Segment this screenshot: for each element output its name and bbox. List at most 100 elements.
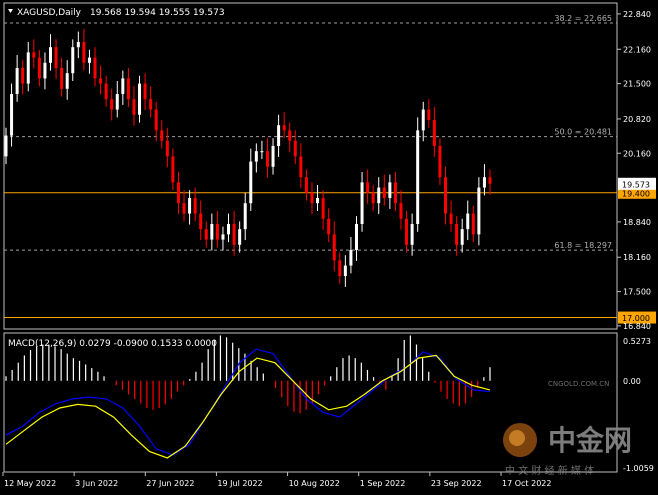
candle-body bbox=[338, 260, 342, 276]
candle-body bbox=[477, 187, 481, 235]
candle-body bbox=[199, 213, 203, 230]
chart-window[interactable]: XAGUSD,Daily 19.568 19.594 19.555 19.573… bbox=[0, 0, 658, 491]
candle-body bbox=[321, 197, 325, 219]
price-tick-label: 18.840 bbox=[623, 218, 651, 227]
candle-body bbox=[488, 177, 492, 184]
current-price-label: 19.573 bbox=[622, 180, 650, 189]
candle-body bbox=[449, 213, 453, 224]
candle-body bbox=[26, 52, 30, 84]
date-tick-label: 3 Jun 2022 bbox=[75, 479, 118, 488]
candle-body bbox=[416, 130, 420, 224]
fib-label: 61.8 = 18.297 bbox=[554, 241, 612, 250]
candle-body bbox=[388, 182, 392, 198]
macd-header-label: MACD(12,26,9) 0.0279 -0.0900 0.1533 0.00… bbox=[8, 339, 217, 349]
candle-body bbox=[165, 140, 169, 157]
candle-body bbox=[171, 156, 175, 183]
price-tick-label: 22.840 bbox=[623, 10, 651, 19]
watermark-logo-inner bbox=[509, 430, 525, 446]
candle-body bbox=[71, 47, 75, 74]
candle-body bbox=[421, 109, 425, 131]
candle-body bbox=[65, 73, 69, 89]
candle-body bbox=[82, 41, 86, 63]
price-tick-label: 20.820 bbox=[623, 115, 651, 124]
date-tick-label: 23 Sep 2022 bbox=[431, 479, 482, 488]
date-tick-label: 27 Jun 2022 bbox=[146, 479, 194, 488]
date-tick-label: 17 Oct 2022 bbox=[502, 479, 551, 488]
candle-body bbox=[110, 99, 114, 110]
chart-ohlc-label: 19.568 19.594 19.555 19.573 bbox=[90, 8, 225, 18]
price-chart-svg: XAGUSD,Daily 19.568 19.594 19.555 19.573… bbox=[0, 0, 658, 491]
candle-body bbox=[121, 78, 125, 94]
candle-body bbox=[405, 218, 409, 245]
candle-body bbox=[443, 177, 447, 214]
candle-body bbox=[138, 83, 142, 115]
candle-body bbox=[37, 57, 41, 79]
candle-body bbox=[232, 223, 236, 245]
price-tick-label: 20.160 bbox=[623, 149, 651, 158]
candle-body bbox=[410, 223, 414, 245]
candle-body bbox=[277, 125, 281, 146]
candle-body bbox=[310, 192, 314, 204]
macd-tick-label: 0.5273 bbox=[623, 337, 651, 346]
candle-body bbox=[371, 192, 375, 204]
candle-body bbox=[104, 83, 108, 100]
candle-body bbox=[132, 99, 136, 115]
candle-body bbox=[193, 197, 197, 214]
candle-body bbox=[210, 223, 214, 240]
candle-body bbox=[316, 197, 320, 204]
candle-body bbox=[60, 67, 64, 89]
candle-body bbox=[304, 177, 308, 193]
candle-body bbox=[327, 218, 331, 235]
candle-body bbox=[282, 125, 286, 131]
candle-body bbox=[299, 156, 303, 178]
candle-body bbox=[182, 203, 186, 214]
candle-body bbox=[354, 223, 358, 250]
candle-body bbox=[176, 182, 180, 204]
candle-body bbox=[360, 182, 364, 224]
candle-body bbox=[227, 223, 231, 235]
price-tick-label: 17.500 bbox=[623, 288, 651, 297]
candle-body bbox=[10, 93, 14, 136]
candle-body bbox=[204, 229, 208, 240]
macd-tick-label: -1.0059 bbox=[623, 464, 654, 473]
date-tick-label: 12 May 2022 bbox=[4, 479, 56, 488]
candle-body bbox=[377, 187, 381, 204]
chart-symbol-label: XAGUSD,Daily bbox=[17, 8, 82, 18]
candle-body bbox=[238, 229, 242, 245]
candle-body bbox=[160, 130, 164, 141]
candle-body bbox=[288, 130, 292, 141]
candle-body bbox=[126, 78, 130, 100]
price-tick-label: 22.160 bbox=[623, 45, 651, 54]
fib-label: 38.2 = 22.665 bbox=[554, 14, 612, 23]
candle-body bbox=[293, 140, 297, 157]
candle-body bbox=[455, 223, 459, 245]
candle-body bbox=[482, 177, 486, 188]
candle-body bbox=[254, 151, 258, 162]
candle-body bbox=[215, 223, 219, 240]
candle-body bbox=[49, 47, 53, 63]
fib-label: 50.0 = 20.481 bbox=[554, 128, 612, 137]
candle-body bbox=[4, 135, 8, 157]
candle-body bbox=[43, 62, 47, 79]
candle-body bbox=[382, 187, 386, 198]
candle-body bbox=[87, 57, 91, 63]
date-tick-label: 19 Jul 2022 bbox=[217, 479, 262, 488]
candle-body bbox=[188, 197, 192, 214]
price-tick-label: 21.500 bbox=[623, 80, 651, 89]
candle-body bbox=[393, 182, 397, 204]
candle-body bbox=[332, 234, 336, 261]
watermark-site: CNGOLD.COM.CN bbox=[548, 380, 609, 388]
candle-body bbox=[76, 41, 80, 48]
candle-body bbox=[249, 161, 253, 204]
candle-body bbox=[99, 78, 103, 84]
candle-body bbox=[349, 249, 353, 266]
candle-body bbox=[438, 145, 442, 178]
candle-body bbox=[466, 213, 470, 230]
candle-body bbox=[265, 151, 269, 167]
candle-body bbox=[115, 93, 119, 110]
candle-body bbox=[15, 67, 19, 94]
watermark-slogan: 中 文 财 经 新 媒 体 bbox=[505, 464, 594, 477]
price-tick-label: 16.840 bbox=[623, 322, 651, 331]
watermark-brand: 中金网 bbox=[548, 424, 632, 457]
candle-body bbox=[260, 151, 264, 153]
